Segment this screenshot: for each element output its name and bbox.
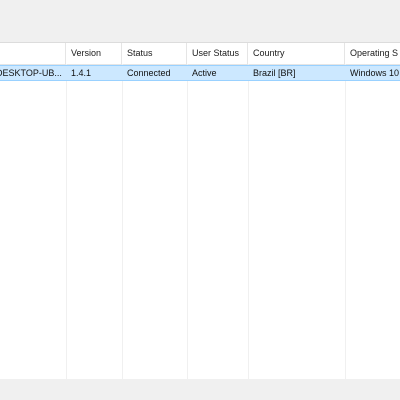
column-header-name[interactable]: [0, 43, 66, 64]
column-divider: [66, 64, 67, 379]
cell-operating-system: Windows 10: [350, 68, 400, 78]
column-header-status[interactable]: Status: [122, 43, 187, 64]
cell-country: Brazil [BR]: [253, 68, 296, 78]
cell-name: DESKTOP-UB...: [0, 68, 62, 78]
column-header-country[interactable]: Country: [248, 43, 345, 64]
cell-status: Connected: [127, 68, 171, 78]
column-divider: [187, 64, 188, 379]
cell-version: 1.4.1: [71, 68, 92, 78]
column-divider: [248, 64, 249, 379]
column-header-user-status[interactable]: User Status: [187, 43, 248, 64]
window-frame: Version Status User Status Country Opera…: [0, 0, 400, 400]
status-strip: [0, 379, 400, 400]
clients-list-view[interactable]: Version Status User Status Country Opera…: [0, 42, 400, 380]
cell-user-status: Active: [192, 68, 217, 78]
column-header-row: Version Status User Status Country Opera…: [0, 43, 400, 65]
column-header-operating-system[interactable]: Operating S: [345, 43, 400, 64]
column-divider: [345, 64, 346, 379]
column-divider: [122, 64, 123, 379]
table-row-selected[interactable]: DESKTOP-UB... 1.4.1 Connected Active Bra…: [0, 65, 400, 81]
column-header-version[interactable]: Version: [66, 43, 122, 64]
